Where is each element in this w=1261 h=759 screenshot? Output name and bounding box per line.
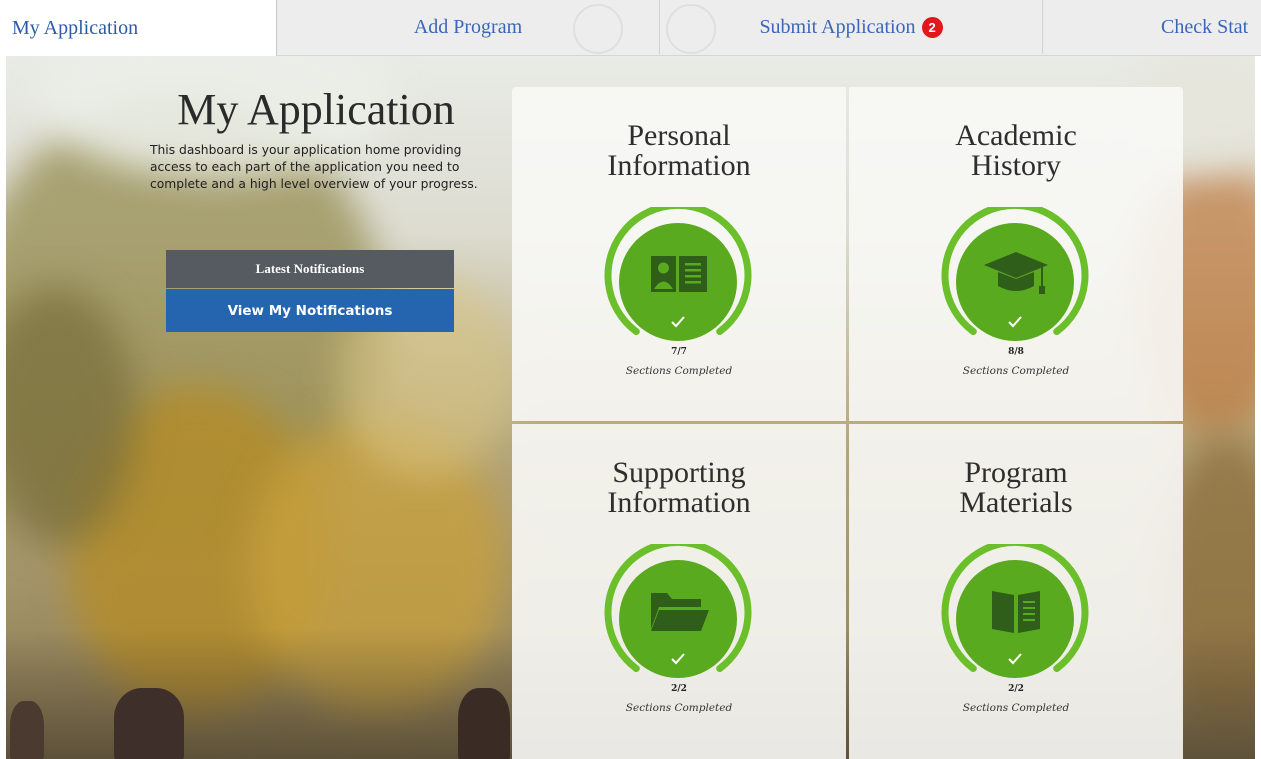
tab-add-program[interactable]: Add Program (277, 0, 660, 54)
checkmark-icon (671, 316, 685, 328)
tab-label: Add Program (413, 15, 523, 38)
sections-completed-label: Sections Completed (962, 365, 1070, 377)
folder-icon (651, 593, 709, 631)
tab-watermark-icon (666, 4, 716, 54)
card-program-materials[interactable]: Program Materials 2/2 Sections Completed (849, 424, 1183, 759)
tab-my-application[interactable]: My Application (0, 0, 277, 56)
page-title: My Application (177, 85, 455, 134)
sections-count: 7/7 (671, 347, 687, 357)
card-title: Supporting Information (607, 456, 751, 519)
tab-watermark-icon (573, 4, 623, 54)
tab-check-status[interactable]: Check Stat (1043, 0, 1261, 54)
card-title: Program Materials (959, 456, 1073, 519)
checkmark-icon (671, 653, 685, 665)
tab-label: My Application (12, 16, 139, 39)
sections-completed-label: Sections Completed (962, 702, 1070, 714)
book-icon (992, 591, 1040, 633)
page-description: This dashboard is your application home … (150, 143, 478, 191)
sections-completed-label: Sections Completed (625, 702, 733, 714)
sections-count: 2/2 (671, 684, 687, 694)
card-personal-information[interactable]: Personal Information 7/7 Sections Comple… (512, 87, 846, 421)
checkmark-icon (1008, 653, 1022, 665)
card-supporting-information[interactable]: Supporting Information 2/2 Sections Comp… (512, 424, 846, 759)
card-title: Personal Information (607, 119, 751, 182)
card-title: Academic History (955, 119, 1077, 182)
tab-label: Check Stat (1161, 15, 1249, 38)
tab-submit-application[interactable]: Submit Application 2 (660, 0, 1043, 54)
view-notifications-button[interactable]: View My Notifications (166, 289, 454, 332)
sections-completed-label: Sections Completed (625, 365, 733, 377)
tab-bar: My Application Add Program Submit Applic… (0, 0, 1261, 56)
card-academic-history[interactable]: Academic History 8/8 Sections Completed (849, 87, 1183, 421)
latest-notifications-header: Latest Notifications (166, 250, 454, 288)
tab-label: Submit Application (759, 15, 916, 38)
submit-badge: 2 (921, 16, 943, 38)
id-card-icon (651, 256, 707, 292)
checkmark-icon (1008, 316, 1022, 328)
sections-count: 8/8 (1008, 347, 1024, 357)
graduation-cap-icon (984, 252, 1048, 294)
sections-count: 2/2 (1008, 684, 1024, 694)
